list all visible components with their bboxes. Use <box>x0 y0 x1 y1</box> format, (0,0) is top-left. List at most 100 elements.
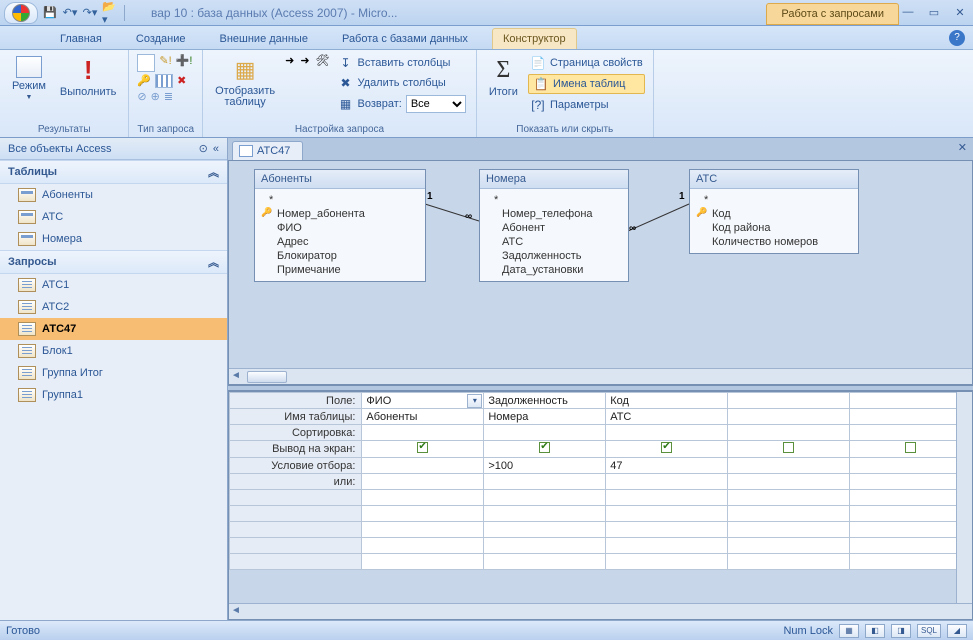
grid-cell-empty[interactable] <box>728 490 850 506</box>
checkbox-icon[interactable] <box>661 442 672 453</box>
nav-item-table[interactable]: Абоненты <box>0 184 227 206</box>
nav-item-query[interactable]: Блок1 <box>0 340 227 362</box>
grid-cell-field[interactable]: Задолженность <box>484 393 606 409</box>
checkbox-icon[interactable] <box>417 442 428 453</box>
checkbox-icon[interactable] <box>905 442 916 453</box>
upper-pane-hscrollbar[interactable] <box>229 368 972 384</box>
field-item[interactable]: АТС <box>488 235 620 249</box>
field-item[interactable]: * <box>488 193 620 207</box>
grid-cell-empty[interactable] <box>850 490 972 506</box>
grid-cell-criteria[interactable]: 47 <box>606 458 728 474</box>
data-def-icon[interactable]: ≣ <box>164 90 173 103</box>
table-box-title[interactable]: АТС <box>690 170 858 189</box>
office-button[interactable] <box>4 2 38 24</box>
run-button[interactable]: ! Выполнить <box>56 54 120 100</box>
grid-cell-empty[interactable] <box>606 538 728 554</box>
grid-hscrollbar[interactable] <box>229 603 972 619</box>
tab-external-data[interactable]: Внешние данные <box>210 29 318 49</box>
field-item[interactable]: ФИО <box>263 221 417 235</box>
grid-cell-empty[interactable] <box>362 522 484 538</box>
table-box-abonenty[interactable]: Абоненты*Номер_абонентаФИОАдресБлокирато… <box>254 169 426 282</box>
open-icon[interactable]: 📂▾ <box>102 5 118 21</box>
grid-cell-empty[interactable] <box>484 490 606 506</box>
nav-group-tables[interactable]: Таблицы︽ <box>0 160 227 184</box>
query-design-grid-pane[interactable]: Поле:ФИО▾ЗадолженностьКодИмя таблицы:Або… <box>228 391 973 620</box>
grid-cell-sort[interactable] <box>484 425 606 441</box>
nav-item-query[interactable]: АТС47 <box>0 318 227 340</box>
view-design-button[interactable]: ◢ <box>947 624 967 638</box>
field-item[interactable]: Примечание <box>263 263 417 277</box>
make-table-icon[interactable]: ✎! <box>159 54 171 72</box>
table-box-nomera[interactable]: Номера*Номер_телефонаАбонентАТСЗадолженн… <box>479 169 629 282</box>
grid-cell-table[interactable] <box>728 409 850 425</box>
nav-item-query[interactable]: Группа1 <box>0 384 227 406</box>
grid-cell-empty[interactable] <box>850 554 972 570</box>
update-icon[interactable]: 🔑 <box>137 74 151 88</box>
grid-cell-empty[interactable] <box>606 490 728 506</box>
nav-item-query[interactable]: АТС1 <box>0 274 227 296</box>
nav-item-table[interactable]: АТС <box>0 206 227 228</box>
field-item[interactable]: Абонент <box>488 221 620 235</box>
show-table-button[interactable]: ▦ Отобразить таблицу <box>211 54 279 110</box>
grid-cell-empty[interactable] <box>728 522 850 538</box>
field-item[interactable]: Задолженность <box>488 249 620 263</box>
close-button[interactable]: ✕ <box>951 6 969 19</box>
delete-query-icon[interactable]: ✖ <box>177 74 186 88</box>
tab-db-tools[interactable]: Работа с базами данных <box>332 29 478 49</box>
grid-cell-empty[interactable] <box>362 490 484 506</box>
grid-cell-criteria[interactable] <box>850 458 972 474</box>
grid-cell-empty[interactable] <box>606 506 728 522</box>
document-tab[interactable]: АТС47 <box>232 141 303 160</box>
grid-cell-sort[interactable] <box>606 425 728 441</box>
grid-cell-sort[interactable] <box>728 425 850 441</box>
passthrough-icon[interactable]: ⊕ <box>151 90 160 103</box>
field-item[interactable]: * <box>263 193 417 207</box>
grid-cell-show[interactable] <box>362 441 484 458</box>
grid-cell-show[interactable] <box>484 441 606 458</box>
dropdown-icon[interactable]: ▾ <box>467 394 482 408</box>
grid-cell-empty[interactable] <box>484 554 606 570</box>
grid-cell-empty[interactable] <box>362 506 484 522</box>
return-button[interactable]: ▦Возврат: Все <box>336 94 468 114</box>
grid-cell-field[interactable]: ФИО▾ <box>362 393 484 409</box>
append-icon[interactable]: ➕! <box>176 54 193 72</box>
grid-cell-empty[interactable] <box>484 538 606 554</box>
checkbox-icon[interactable] <box>539 442 550 453</box>
maximize-button[interactable]: ▭ <box>925 6 943 19</box>
parameters-button[interactable]: [?]Параметры <box>528 96 645 114</box>
delete-columns-button[interactable]: ✖Удалить столбцы <box>336 74 468 92</box>
field-item[interactable]: Код района <box>698 221 850 235</box>
grid-cell-sort[interactable] <box>850 425 972 441</box>
grid-cell-field[interactable] <box>850 393 972 409</box>
nav-item-query[interactable]: Группа Итог <box>0 362 227 384</box>
grid-cell-sort[interactable] <box>362 425 484 441</box>
grid-cell-table[interactable]: АТС <box>606 409 728 425</box>
table-box-title[interactable]: Номера <box>480 170 628 189</box>
crosstab-icon[interactable] <box>155 74 173 88</box>
tab-design[interactable]: Конструктор <box>492 28 577 49</box>
grid-cell-table[interactable] <box>850 409 972 425</box>
minimize-button[interactable]: — <box>899 6 917 19</box>
grid-cell-empty[interactable] <box>606 522 728 538</box>
grid-vscrollbar[interactable] <box>956 392 972 603</box>
field-item[interactable]: Адрес <box>263 235 417 249</box>
save-icon[interactable]: 💾 <box>42 5 58 21</box>
field-item[interactable]: Блокиратор <box>263 249 417 263</box>
grid-cell-criteria[interactable] <box>728 458 850 474</box>
delete-rows-icon[interactable]: ➜ <box>300 54 309 67</box>
view-pivot-button[interactable]: ◧ <box>865 624 885 638</box>
help-button[interactable]: ? <box>949 30 965 46</box>
grid-cell-field[interactable]: Код <box>606 393 728 409</box>
nav-dropdown-icon[interactable]: ⊙ <box>199 143 208 155</box>
grid-cell-show[interactable] <box>728 441 850 458</box>
grid-cell-or[interactable] <box>728 474 850 490</box>
table-box-ats[interactable]: АТС*КодКод районаКоличество номеров <box>689 169 859 254</box>
nav-item-query[interactable]: АТС2 <box>0 296 227 318</box>
table-names-button[interactable]: 📋Имена таблиц <box>528 74 645 94</box>
return-select[interactable]: Все <box>406 95 466 113</box>
property-sheet-button[interactable]: 📄Страница свойств <box>528 54 645 72</box>
tab-create[interactable]: Создание <box>126 29 196 49</box>
grid-cell-criteria[interactable]: >100 <box>484 458 606 474</box>
field-item[interactable]: Номер_абонента <box>263 207 417 221</box>
field-item[interactable]: Количество номеров <box>698 235 850 249</box>
